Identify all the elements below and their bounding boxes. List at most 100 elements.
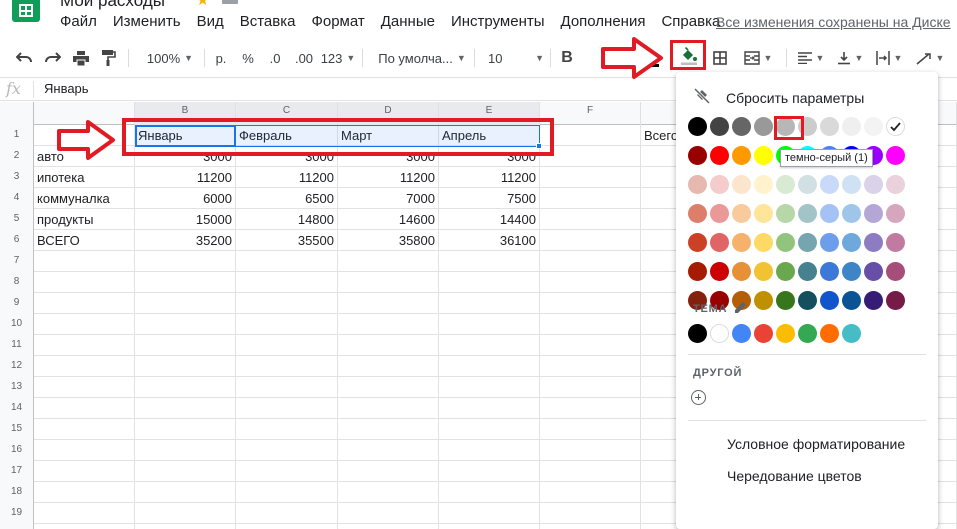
font-size-select[interactable]: 10 ▼: [488, 40, 544, 76]
cell[interactable]: [439, 440, 540, 461]
row-header[interactable]: 1: [0, 125, 34, 146]
row-header[interactable]: 10: [0, 314, 34, 335]
color-swatch[interactable]: [776, 233, 795, 252]
color-swatch[interactable]: [754, 233, 773, 252]
cell[interactable]: [439, 398, 540, 419]
cell[interactable]: 11200: [439, 167, 540, 188]
cell[interactable]: [236, 272, 338, 293]
cell[interactable]: [135, 293, 236, 314]
theme-color-swatch[interactable]: [732, 324, 751, 343]
color-swatch[interactable]: [754, 204, 773, 223]
cell[interactable]: [34, 419, 135, 440]
font-family-select[interactable]: По умолча... ▼: [376, 40, 468, 76]
cell[interactable]: [34, 377, 135, 398]
theme-color-swatch[interactable]: [798, 324, 817, 343]
row-header[interactable]: 6: [0, 230, 34, 251]
cell[interactable]: [439, 314, 540, 335]
cell[interactable]: [236, 377, 338, 398]
cell[interactable]: [338, 335, 439, 356]
cell[interactable]: [540, 377, 641, 398]
cell[interactable]: [540, 440, 641, 461]
color-swatch[interactable]: [886, 262, 905, 281]
add-custom-color-icon[interactable]: [691, 390, 706, 405]
cell[interactable]: [135, 503, 236, 524]
color-swatch[interactable]: [842, 262, 861, 281]
column-header[interactable]: F: [540, 102, 641, 125]
cell[interactable]: [34, 482, 135, 503]
color-swatch[interactable]: [820, 291, 839, 310]
cell[interactable]: 11200: [338, 167, 439, 188]
cell[interactable]: [338, 398, 439, 419]
save-status-link[interactable]: Все изменения сохранены на Диске: [716, 12, 951, 32]
menu-insert[interactable]: Вставка: [232, 12, 304, 32]
color-swatch[interactable]: [820, 262, 839, 281]
cell[interactable]: 6000: [135, 188, 236, 209]
sheets-logo-icon[interactable]: [12, 0, 40, 22]
cell[interactable]: [236, 503, 338, 524]
cell[interactable]: [135, 398, 236, 419]
cell[interactable]: [34, 440, 135, 461]
cell[interactable]: [34, 398, 135, 419]
cell[interactable]: [135, 272, 236, 293]
cell[interactable]: 35800: [338, 230, 439, 251]
cell[interactable]: [135, 419, 236, 440]
color-swatch[interactable]: [820, 117, 839, 136]
edit-theme-icon[interactable]: [734, 301, 747, 319]
cell[interactable]: продукты: [34, 209, 135, 230]
cell[interactable]: [540, 461, 641, 482]
cell[interactable]: [135, 440, 236, 461]
cell[interactable]: [236, 251, 338, 272]
cell[interactable]: [338, 251, 439, 272]
color-swatch[interactable]: [754, 291, 773, 310]
select-all-corner[interactable]: [0, 102, 34, 125]
color-swatch[interactable]: [710, 146, 729, 165]
color-swatch[interactable]: [776, 291, 795, 310]
theme-color-swatch[interactable]: [820, 324, 839, 343]
cell[interactable]: [236, 335, 338, 356]
row-header[interactable]: 11: [0, 335, 34, 356]
row-header[interactable]: 13: [0, 377, 34, 398]
color-swatch[interactable]: [776, 204, 795, 223]
cell[interactable]: ипотека: [34, 167, 135, 188]
theme-color-swatch[interactable]: [842, 324, 861, 343]
cell[interactable]: [439, 503, 540, 524]
color-swatch[interactable]: [688, 204, 707, 223]
cell[interactable]: [540, 482, 641, 503]
color-swatch[interactable]: [820, 233, 839, 252]
color-swatch[interactable]: [886, 146, 905, 165]
cell[interactable]: [439, 461, 540, 482]
menu-data[interactable]: Данные: [373, 12, 443, 32]
row-header[interactable]: 19: [0, 503, 34, 524]
drive-folder-icon[interactable]: [222, 0, 238, 4]
color-swatch[interactable]: [732, 175, 751, 194]
cell[interactable]: 15000: [135, 209, 236, 230]
color-swatch[interactable]: [864, 117, 883, 136]
formula-input[interactable]: Январь: [44, 81, 89, 96]
row-header[interactable]: 15: [0, 419, 34, 440]
cell[interactable]: [338, 524, 439, 529]
paint-format-icon[interactable]: [99, 40, 119, 76]
theme-color-swatch[interactable]: [688, 324, 707, 343]
alternating-colors-link[interactable]: Чередование цветов: [727, 468, 862, 484]
cell[interactable]: [338, 503, 439, 524]
vertical-align-icon[interactable]: ▼: [834, 40, 866, 76]
horizontal-align-icon[interactable]: ▼: [794, 40, 828, 76]
cell[interactable]: [338, 440, 439, 461]
cell[interactable]: [34, 461, 135, 482]
cell[interactable]: [135, 524, 236, 529]
star-icon[interactable]: ★: [196, 0, 209, 9]
increase-decimal-button[interactable]: .00: [290, 40, 318, 76]
color-swatch[interactable]: [732, 146, 751, 165]
color-swatch[interactable]: [754, 117, 773, 136]
color-swatch[interactable]: [886, 291, 905, 310]
color-swatch[interactable]: [688, 233, 707, 252]
row-header[interactable]: 4: [0, 188, 34, 209]
color-swatch[interactable]: [886, 233, 905, 252]
row-header[interactable]: 5: [0, 209, 34, 230]
cell[interactable]: [135, 251, 236, 272]
row-header[interactable]: 9: [0, 293, 34, 314]
row-header[interactable]: 17: [0, 461, 34, 482]
cell[interactable]: [34, 335, 135, 356]
merge-cells-icon[interactable]: ▼: [738, 40, 778, 76]
color-swatch[interactable]: [710, 204, 729, 223]
